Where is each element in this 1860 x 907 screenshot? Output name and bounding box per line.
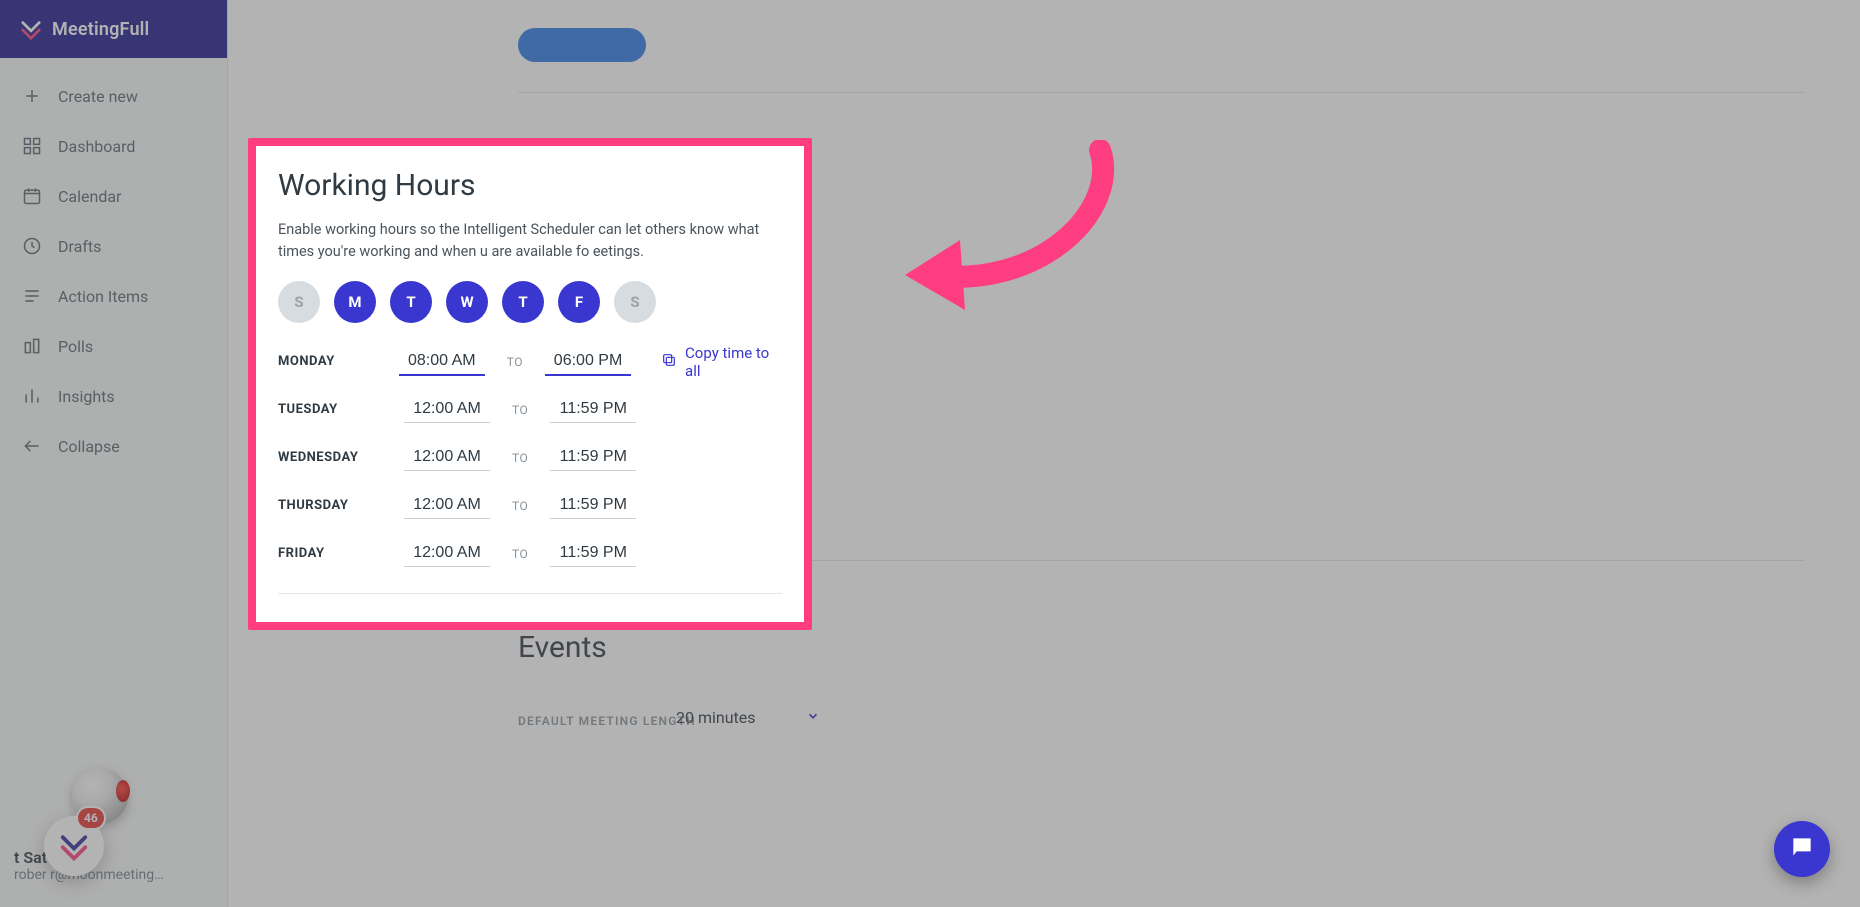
day-toggle-6[interactable]: S [614, 281, 656, 323]
working-hours-times: MONDAYTOCopy time to allTUESDAYTOWEDNESD… [278, 345, 782, 571]
day-toggle-3[interactable]: W [446, 281, 488, 323]
day-toggle-0[interactable]: S [278, 281, 320, 323]
time-from-input[interactable] [404, 492, 490, 519]
sidebar-item-label: Polls [58, 337, 93, 356]
working-hours-card: Working Hours Enable working hours so th… [256, 146, 804, 622]
time-row-wednesday: WEDNESDAY TO [278, 441, 782, 475]
insights-icon [22, 386, 42, 406]
sidebar-item-label: Dashboard [58, 137, 135, 156]
sidebar-item-action-items[interactable]: Action Items [8, 274, 219, 318]
copy-link-text: Copy time to all [685, 344, 782, 380]
time-to-input[interactable] [550, 540, 636, 567]
calendar-icon [22, 186, 42, 206]
time-to-label: TO [512, 547, 528, 561]
sidebar-item-insights[interactable]: Insights [8, 374, 219, 418]
time-row-day-label: MONDAY [278, 354, 377, 369]
default-meeting-length-select[interactable]: 20 minutes [676, 708, 820, 727]
day-toggle-5[interactable]: F [558, 281, 600, 323]
time-to-input[interactable] [550, 444, 636, 471]
sidebar-item-create-new[interactable]: Create new [8, 74, 219, 118]
time-row-tuesday: TUESDAY TO [278, 393, 782, 427]
time-row-day-label: TUESDAY [278, 402, 382, 417]
time-from-input[interactable] [404, 396, 490, 423]
time-to-label: TO [512, 451, 528, 465]
profile-block[interactable]: 46 t Satcher rober r@moonmeeting… [0, 838, 227, 907]
notification-badge: 46 [78, 808, 104, 828]
default-meeting-length-value: 20 minutes [676, 708, 756, 727]
divider [518, 92, 1804, 93]
sidebar-item-dashboard[interactable]: Dashboard [8, 124, 219, 168]
sidebar-item-calendar[interactable]: Calendar [8, 174, 219, 218]
time-to-label: TO [512, 403, 528, 417]
events-heading: Events [518, 630, 607, 665]
copy-icon [661, 352, 677, 372]
card-description: Enable working hours so the Intelligent … [278, 219, 782, 263]
brand-logo-icon [20, 18, 42, 40]
time-row-day-label: THURSDAY [278, 498, 382, 513]
primary-action-pill[interactable] [518, 28, 646, 62]
clock-icon [22, 236, 42, 256]
sidebar: MeetingFull Create new Dashboard Calenda… [0, 0, 228, 907]
time-from-input[interactable] [399, 348, 485, 376]
brand-header[interactable]: MeetingFull [0, 0, 227, 58]
working-hours-card-frame: Working Hours Enable working hours so th… [248, 138, 812, 630]
time-row-monday: MONDAY TO Copy time to all [278, 345, 782, 379]
sidebar-item-label: Collapse [58, 437, 120, 456]
time-from-input[interactable] [404, 444, 490, 471]
time-to-label: TO [507, 355, 523, 369]
time-to-label: TO [512, 499, 528, 513]
time-row-day-label: WEDNESDAY [278, 450, 382, 465]
sidebar-item-collapse[interactable]: Collapse [8, 424, 219, 468]
time-from-input[interactable] [404, 540, 490, 567]
polls-icon [22, 336, 42, 356]
sidebar-item-label: Drafts [58, 237, 101, 256]
default-meeting-length-label: DEFAULT MEETING LENGTH [518, 714, 696, 728]
day-toggle-1[interactable]: M [334, 281, 376, 323]
time-to-input[interactable] [550, 492, 636, 519]
list-icon [22, 286, 42, 306]
sidebar-nav: Create new Dashboard Calendar Drafts Act… [0, 58, 227, 468]
time-to-input[interactable] [550, 396, 636, 423]
sidebar-item-drafts[interactable]: Drafts [8, 224, 219, 268]
brand-name: MeetingFull [52, 19, 149, 40]
time-row-friday: FRIDAY TO [278, 537, 782, 571]
time-row-day-label: FRIDAY [278, 546, 382, 561]
plus-icon [22, 86, 42, 106]
sidebar-item-label: Calendar [58, 187, 121, 206]
chat-launcher-button[interactable] [1774, 821, 1830, 877]
sidebar-item-label: Insights [58, 387, 115, 406]
sidebar-item-label: Action Items [58, 287, 148, 306]
time-to-input[interactable] [545, 348, 631, 376]
time-row-thursday: THURSDAY TO [278, 489, 782, 523]
dashboard-icon [22, 136, 42, 156]
divider [278, 593, 782, 594]
chat-icon [1789, 834, 1815, 864]
card-title: Working Hours [278, 168, 782, 203]
day-selector-row: SMTWTFS [278, 281, 782, 323]
chevron-down-icon [806, 708, 820, 727]
day-toggle-4[interactable]: T [502, 281, 544, 323]
sidebar-item-polls[interactable]: Polls [8, 324, 219, 368]
copy-time-to-all-link[interactable]: Copy time to all [661, 344, 782, 380]
sidebar-item-label: Create new [58, 87, 138, 106]
profile-email: rober r@moonmeeting… [14, 867, 213, 883]
collapse-icon [22, 436, 42, 456]
day-toggle-2[interactable]: T [390, 281, 432, 323]
